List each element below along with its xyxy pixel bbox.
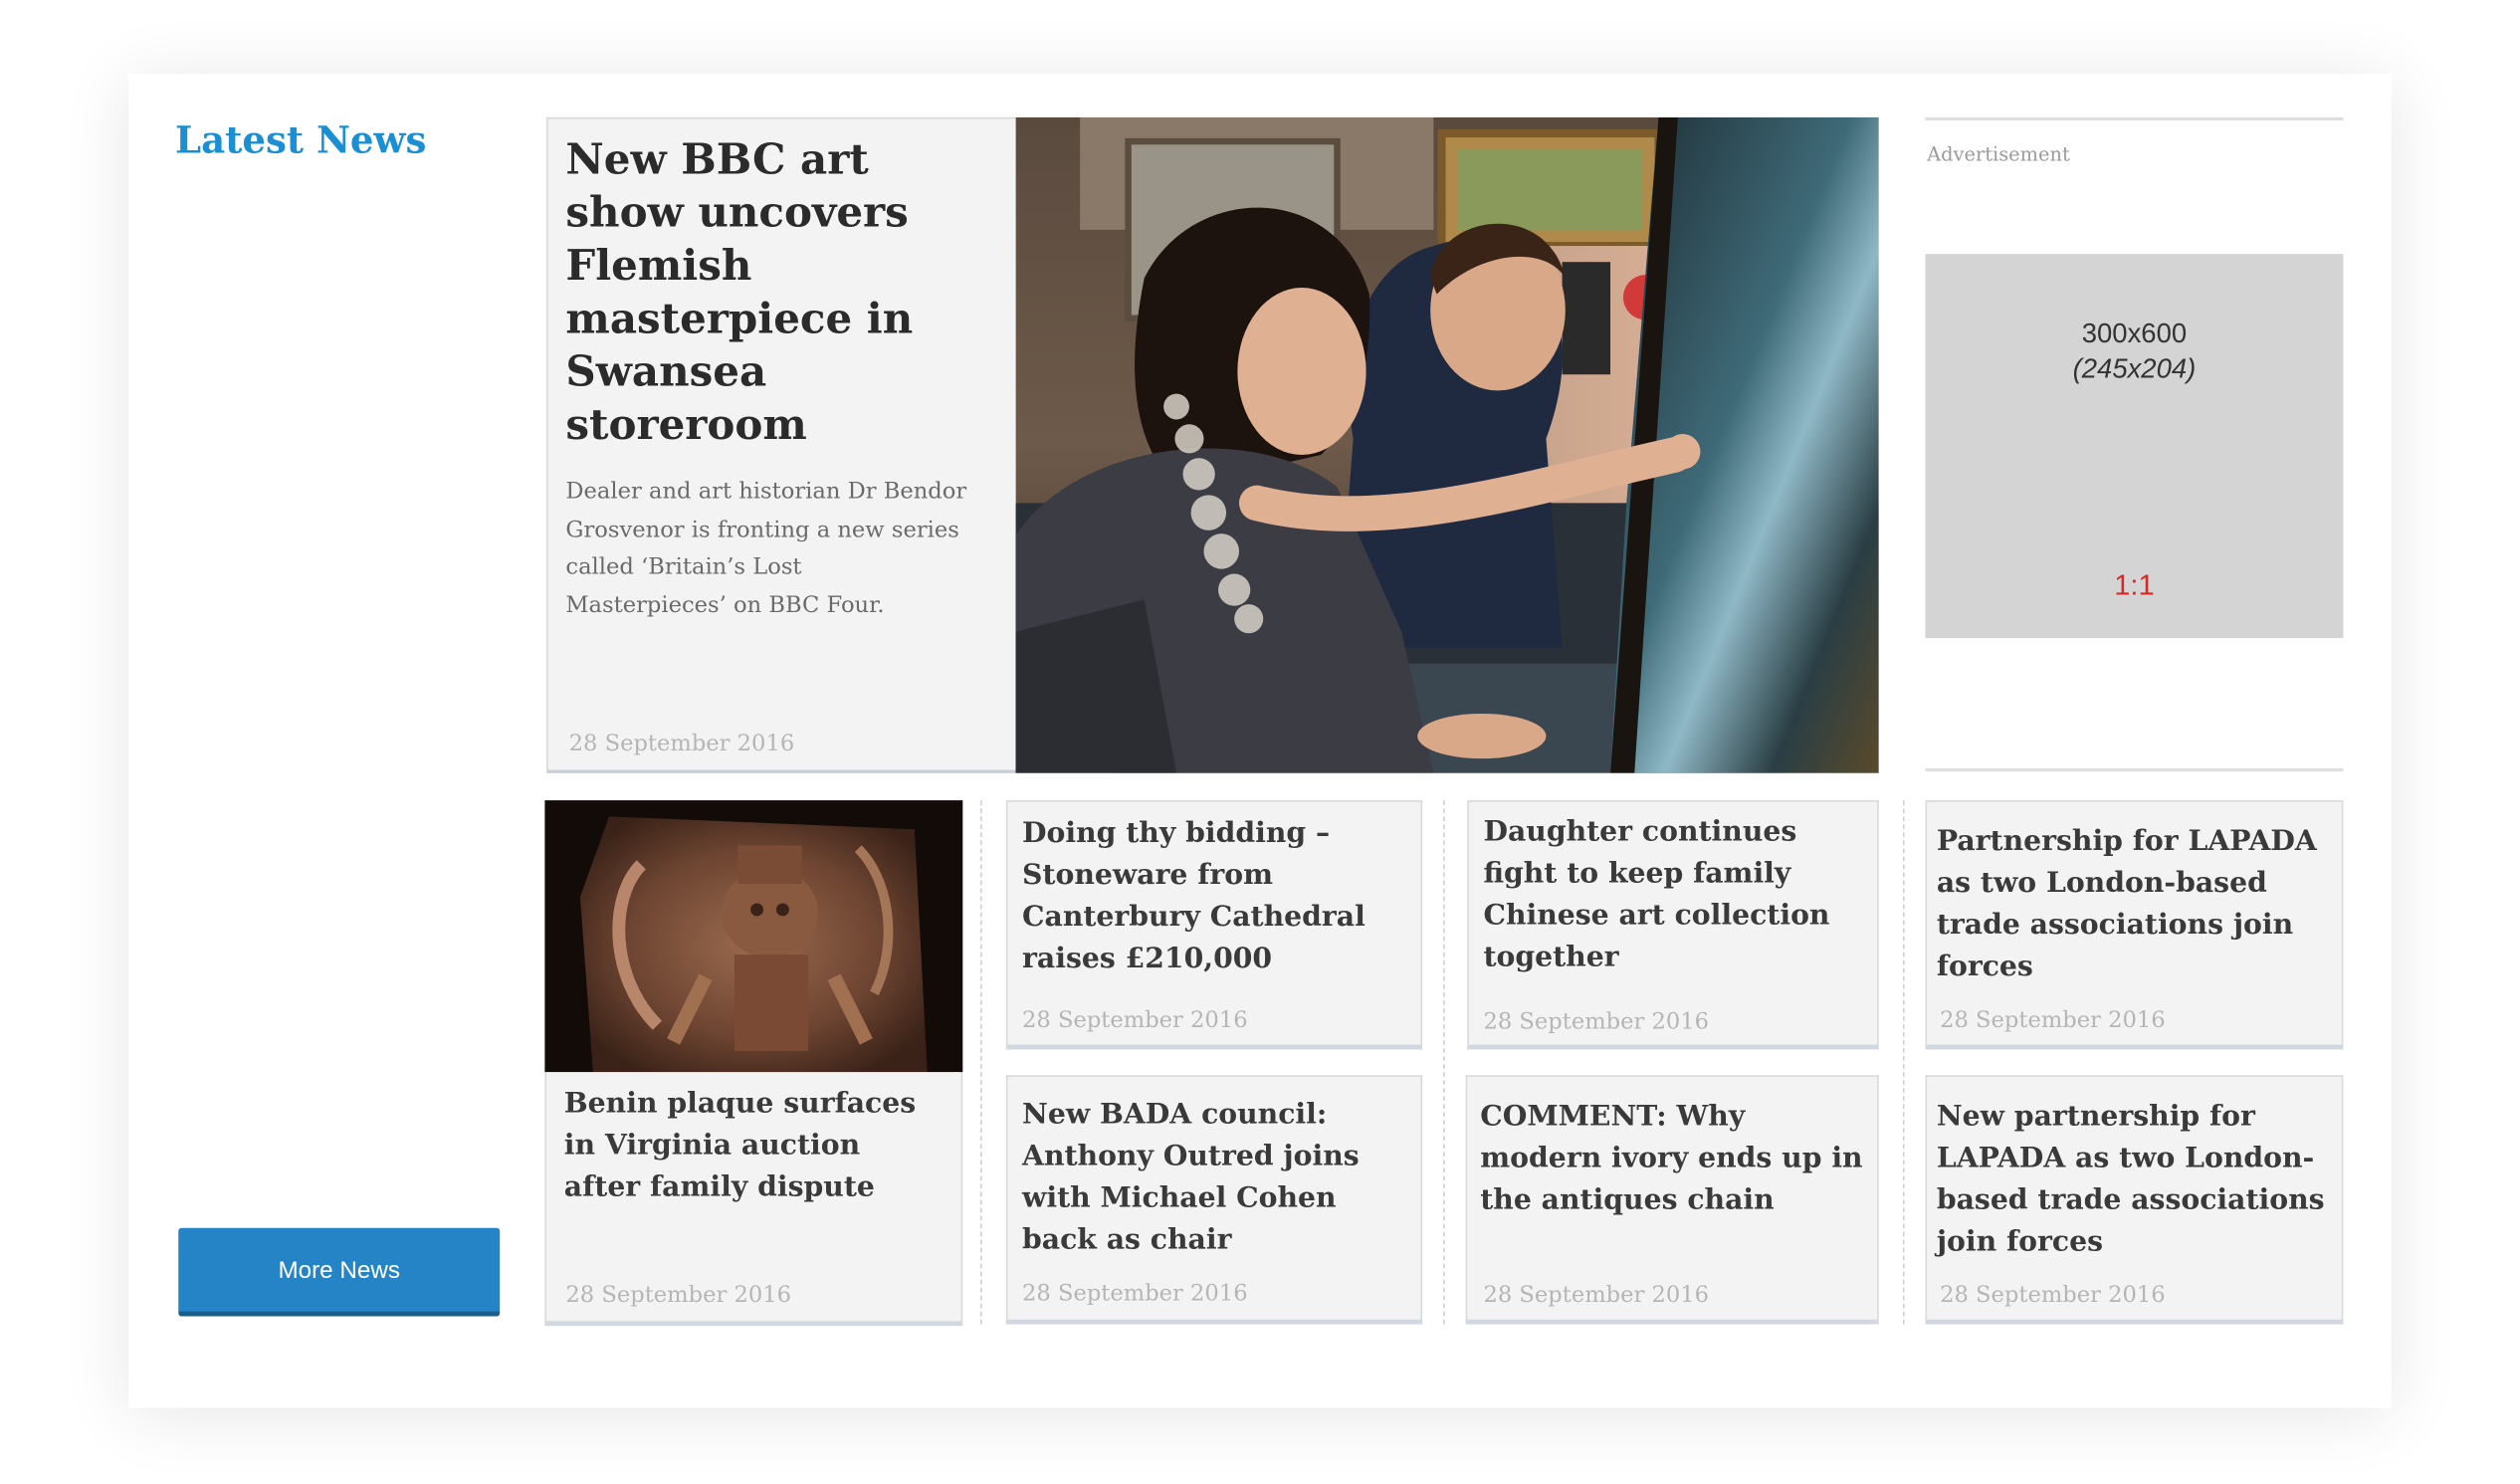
article-date: 28 September 2016 bbox=[565, 1282, 791, 1309]
more-news-button[interactable]: More News bbox=[178, 1227, 501, 1317]
hero-article-title[interactable]: New BBC art show uncovers Flemish master… bbox=[565, 135, 999, 454]
article-title[interactable]: Partnership for LAPADA as two London-bas… bbox=[1937, 821, 2331, 988]
article-date: 28 September 2016 bbox=[1940, 1282, 2166, 1309]
column-divider bbox=[1902, 800, 1905, 1325]
column-divider bbox=[1443, 800, 1445, 1325]
ad-top-divider bbox=[1925, 116, 2344, 121]
article-title[interactable]: New partnership for LAPADA as two London… bbox=[1937, 1096, 2331, 1263]
article-date: 28 September 2016 bbox=[1483, 1282, 1710, 1309]
article-date: 28 September 2016 bbox=[1940, 1007, 2166, 1034]
page: Latest News More News New BBC art show u… bbox=[0, 0, 2520, 1484]
article-title[interactable]: Doing thy bidding – Stoneware from Cante… bbox=[1022, 813, 1408, 980]
hero-article-date: 28 September 2016 bbox=[568, 731, 795, 757]
ad-bottom-divider bbox=[1925, 767, 2344, 772]
hero-article-image[interactable] bbox=[1015, 116, 1879, 773]
column-divider bbox=[980, 800, 982, 1325]
benin-plaque-illustration bbox=[544, 800, 963, 1073]
article-date: 28 September 2016 bbox=[1022, 1280, 1248, 1307]
hero-photo-illustration bbox=[1015, 116, 1879, 773]
section-title: Latest News bbox=[175, 118, 427, 163]
ad-size: 300x600 bbox=[2081, 318, 2188, 349]
article-date: 28 September 2016 bbox=[1483, 1009, 1710, 1035]
ad-ratio: 1:1 bbox=[2114, 568, 2155, 601]
ad-subsize: (245x204) bbox=[2072, 353, 2197, 384]
hero-article-summary: Dealer and art historian Dr Bendor Grosv… bbox=[565, 479, 967, 618]
ad-placeholder[interactable]: 300x600 (245x204) 1:1 bbox=[1925, 254, 2344, 639]
article-title[interactable]: COMMENT: Why modern ivory ends up in the… bbox=[1480, 1096, 1866, 1221]
article-title[interactable]: Daughter continues fight to keep family … bbox=[1483, 811, 1869, 978]
article-image[interactable] bbox=[544, 800, 963, 1073]
article-date: 28 September 2016 bbox=[1022, 1007, 1248, 1034]
article-title[interactable]: New BADA council: Anthony Outred joins w… bbox=[1022, 1095, 1408, 1262]
ad-label: Advertisement bbox=[1927, 142, 2070, 166]
article-title[interactable]: Benin plaque surfaces in Virginia auctio… bbox=[564, 1083, 942, 1208]
